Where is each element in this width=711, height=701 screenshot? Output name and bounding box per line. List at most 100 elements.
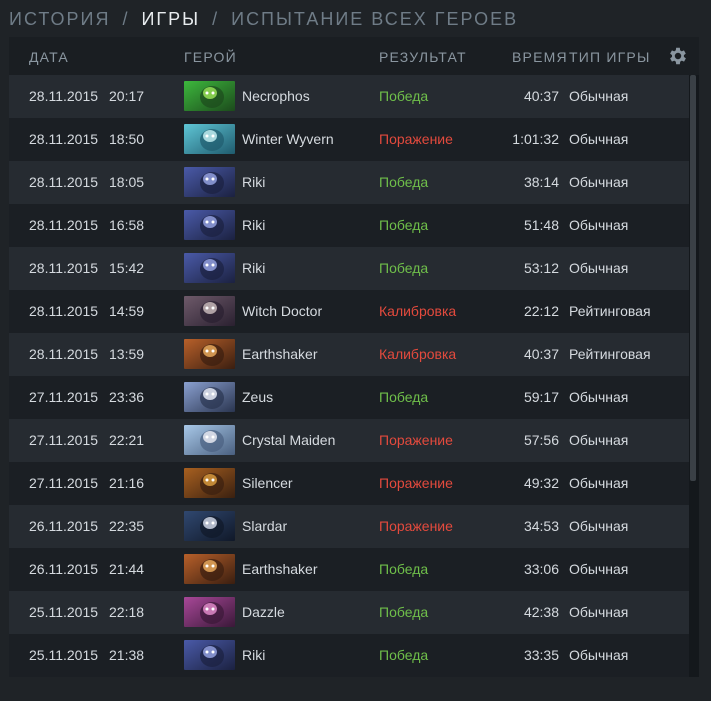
match-result: Победа xyxy=(379,647,429,663)
breadcrumb-separator: / xyxy=(122,8,130,29)
hero-name: Necrophos xyxy=(242,88,310,104)
hero-name: Winter Wyvern xyxy=(242,131,334,147)
table-row[interactable]: 28.11.2015 16:58 Riki Победа 51:48 Обычная xyxy=(9,204,689,247)
game-type: Обычная xyxy=(569,88,629,104)
match-duration: 57:56 xyxy=(523,432,559,448)
match-duration: 38:14 xyxy=(523,174,559,190)
column-header-hero[interactable]: ГЕРОЙ xyxy=(184,49,237,65)
match-result: Поражение xyxy=(379,432,453,448)
table-row[interactable]: 28.11.2015 20:17 Necrophos Победа 40:37 Обычн… xyxy=(9,75,689,118)
table-row[interactable]: 27.11.2015 23:36 Zeus Победа 59:17 Обычная xyxy=(9,376,689,419)
match-date: 28.11.2015 xyxy=(29,303,99,319)
match-date: 27.11.2015 xyxy=(29,475,99,491)
match-time: 22:21 xyxy=(109,432,145,448)
match-time: 21:44 xyxy=(109,561,145,577)
match-duration: 59:17 xyxy=(523,389,559,405)
match-date: 25.11.2015 xyxy=(29,647,99,663)
match-result: Калибровка xyxy=(379,346,457,362)
winter-wyvern-portrait-icon xyxy=(184,124,235,154)
earthshaker-portrait-icon xyxy=(184,339,235,369)
match-time: 15:42 xyxy=(109,260,145,276)
game-type: Обычная xyxy=(569,260,629,276)
hero-name: Zeus xyxy=(242,389,274,405)
match-result: Победа xyxy=(379,88,429,104)
game-type: Обычная xyxy=(569,217,629,233)
table-row[interactable]: 28.11.2015 18:50 Winter Wyvern Поражение 1:0… xyxy=(9,118,689,161)
breadcrumb-all-hero-challenge[interactable]: ИСПЫТАНИЕ ВСЕХ ГЕРОЕВ xyxy=(231,9,518,30)
game-type: Рейтинговая xyxy=(569,346,651,362)
table-row[interactable]: 28.11.2015 18:05 Riki Победа 38:14 Обычная xyxy=(9,161,689,204)
match-duration: 51:48 xyxy=(523,217,559,233)
match-time: 21:38 xyxy=(109,647,145,663)
table-row[interactable]: 26.11.2015 21:44 Earthshaker Победа 33:06 Обы… xyxy=(9,548,689,591)
necrophos-portrait-icon xyxy=(184,81,235,111)
table-row[interactable]: 25.11.2015 22:18 Dazzle Победа 42:38 Обычная xyxy=(9,591,689,634)
match-duration: 40:37 xyxy=(523,346,559,362)
column-header-result[interactable]: РЕЗУЛЬТАТ xyxy=(379,49,467,65)
match-duration: 22:12 xyxy=(523,303,559,319)
match-duration: 42:38 xyxy=(523,604,559,620)
match-result: Победа xyxy=(379,389,429,405)
match-duration: 40:37 xyxy=(523,88,559,104)
match-result: Поражение xyxy=(379,131,453,147)
game-type: Обычная xyxy=(569,561,629,577)
match-date: 26.11.2015 xyxy=(29,518,99,534)
match-result: Победа xyxy=(379,604,429,620)
hero-name: Witch Doctor xyxy=(242,303,323,319)
crystal-maiden-portrait-icon xyxy=(184,425,235,455)
table-row[interactable]: 28.11.2015 15:42 Riki Победа 53:12 Обычная xyxy=(9,247,689,290)
slardar-portrait-icon xyxy=(184,511,235,541)
riki-portrait-icon xyxy=(184,167,235,197)
table-row[interactable]: 25.11.2015 21:38 Riki Победа 33:35 Обычная xyxy=(9,634,689,677)
game-type: Обычная xyxy=(569,389,629,405)
match-time: 20:17 xyxy=(109,88,145,104)
match-duration: 1:01:32 xyxy=(512,131,559,147)
table-header: ДАТА ГЕРОЙ РЕЗУЛЬТАТ ВРЕМЯ ТИП ИГРЫ xyxy=(9,37,699,75)
breadcrumb-history[interactable]: ИСТОРИЯ xyxy=(9,9,110,30)
match-history-panel: ДАТА ГЕРОЙ РЕЗУЛЬТАТ ВРЕМЯ ТИП ИГРЫ 28.1… xyxy=(9,37,699,677)
match-result: Победа xyxy=(379,561,429,577)
earthshaker-portrait-icon xyxy=(184,554,235,584)
column-header-date[interactable]: ДАТА xyxy=(29,49,69,65)
match-time: 23:36 xyxy=(109,389,145,405)
match-result: Калибровка xyxy=(379,303,457,319)
table-row[interactable]: 27.11.2015 22:21 Crystal Maiden Поражение 57… xyxy=(9,419,689,462)
match-duration: 33:35 xyxy=(523,647,559,663)
column-header-game-type[interactable]: ТИП ИГРЫ xyxy=(569,49,651,65)
table-row[interactable]: 26.11.2015 22:35 Slardar Поражение 34:53 Обыч… xyxy=(9,505,689,548)
hero-name: Earthshaker xyxy=(242,346,318,362)
game-type: Обычная xyxy=(569,604,629,620)
zeus-portrait-icon xyxy=(184,382,235,412)
match-date: 28.11.2015 xyxy=(29,131,99,147)
game-type: Обычная xyxy=(569,131,629,147)
column-header-duration[interactable]: ВРЕМЯ xyxy=(512,49,568,65)
match-time: 16:58 xyxy=(109,217,145,233)
hero-name: Riki xyxy=(242,174,266,190)
match-time: 14:59 xyxy=(109,303,145,319)
match-date: 28.11.2015 xyxy=(29,88,99,104)
hero-name: Crystal Maiden xyxy=(242,432,336,448)
game-type: Обычная xyxy=(569,432,629,448)
match-time: 21:16 xyxy=(109,475,145,491)
game-type: Рейтинговая xyxy=(569,303,651,319)
table-row[interactable]: 28.11.2015 14:59 Witch Doctor Калибровка 22:… xyxy=(9,290,689,333)
table-row[interactable]: 27.11.2015 21:16 Silencer Поражение 49:32 Обы… xyxy=(9,462,689,505)
gear-icon[interactable] xyxy=(667,45,689,67)
game-type: Обычная xyxy=(569,647,629,663)
hero-name: Earthshaker xyxy=(242,561,318,577)
match-duration: 53:12 xyxy=(523,260,559,276)
scrollbar-thumb[interactable] xyxy=(690,75,696,481)
hero-name: Riki xyxy=(242,647,266,663)
match-date: 28.11.2015 xyxy=(29,174,99,190)
hero-name: Riki xyxy=(242,217,266,233)
table-row[interactable]: 28.11.2015 13:59 Earthshaker Калибровка 40:3… xyxy=(9,333,689,376)
riki-portrait-icon xyxy=(184,210,235,240)
hero-name: Slardar xyxy=(242,518,288,534)
breadcrumb: ИСТОРИЯ / ИГРЫ / ИСПЫТАНИЕ ВСЕХ ГЕРОЕВ xyxy=(9,8,518,30)
match-date: 27.11.2015 xyxy=(29,389,99,405)
match-result: Поражение xyxy=(379,475,453,491)
game-type: Обычная xyxy=(569,518,629,534)
game-type: Обычная xyxy=(569,174,629,190)
breadcrumb-games[interactable]: ИГРЫ xyxy=(141,9,200,30)
breadcrumb-separator: / xyxy=(212,8,220,29)
